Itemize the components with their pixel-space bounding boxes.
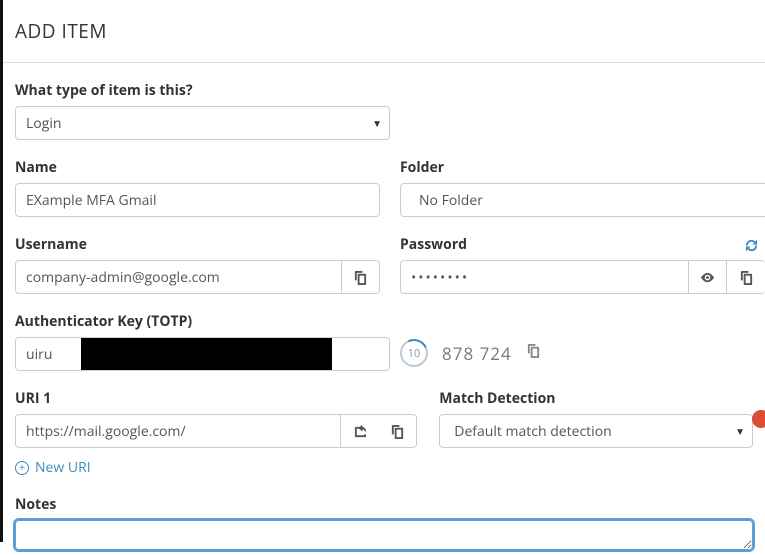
new-uri-button[interactable]: + New URI [15, 458, 91, 477]
uri-label: URI 1 [15, 389, 417, 408]
copy-icon [526, 343, 541, 358]
toggle-password-visibility-button[interactable] [689, 260, 727, 294]
item-type-label: What type of item is this? [15, 81, 753, 100]
match-detection-label: Match Detection [439, 389, 753, 408]
share-icon [353, 424, 368, 439]
eye-icon [700, 270, 715, 285]
totp-countdown: 10 [400, 339, 428, 367]
copy-icon [353, 270, 368, 285]
folder-select[interactable]: No Folder [400, 183, 765, 217]
notes-textarea[interactable] [15, 520, 753, 550]
username-label: Username [15, 235, 380, 254]
username-input[interactable] [15, 260, 342, 294]
refresh-icon [744, 238, 759, 253]
copy-icon [739, 270, 754, 285]
remove-uri-button[interactable] [752, 410, 765, 428]
dialog-title: ADD ITEM [15, 18, 750, 44]
folder-label: Folder [400, 158, 765, 177]
redacted-region [81, 338, 332, 370]
match-detection-select[interactable]: Default match detection [439, 414, 753, 448]
dialog-header: ADD ITEM [3, 0, 765, 63]
generate-password-button[interactable] [744, 238, 759, 258]
uri-input[interactable] [15, 414, 341, 448]
copy-icon [390, 424, 405, 439]
password-input[interactable] [400, 260, 689, 294]
new-uri-label: New URI [35, 458, 91, 477]
totp-countdown-value: 10 [408, 346, 421, 361]
copy-password-button[interactable] [727, 260, 765, 294]
copy-uri-button[interactable] [379, 414, 417, 448]
copy-username-button[interactable] [342, 260, 380, 294]
totp-label: Authenticator Key (TOTP) [15, 312, 380, 331]
name-input[interactable] [15, 183, 380, 217]
notes-label: Notes [15, 495, 753, 514]
item-type-select[interactable]: Login [15, 106, 390, 140]
name-label: Name [15, 158, 380, 177]
password-label: Password [400, 235, 467, 254]
totp-code: 878 724 [442, 342, 512, 365]
copy-totp-button[interactable] [526, 343, 541, 363]
launch-uri-button[interactable] [341, 414, 379, 448]
plus-circle-icon: + [15, 461, 29, 475]
